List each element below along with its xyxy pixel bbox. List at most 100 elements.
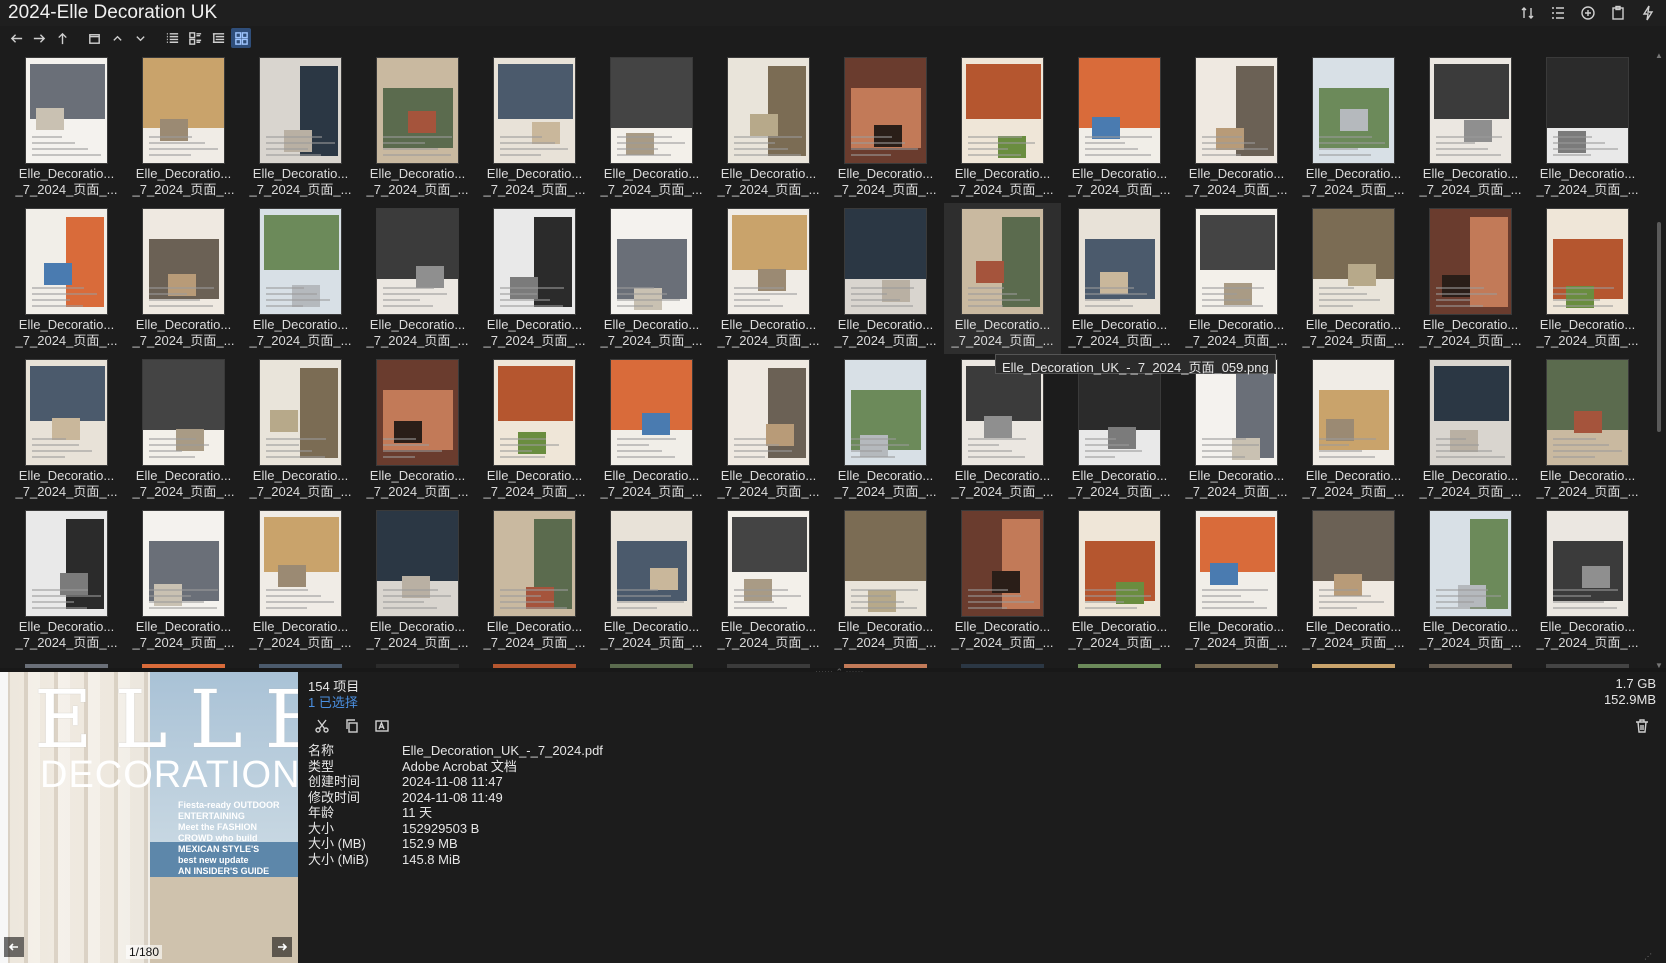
- thumbnail-item[interactable]: Elle_Decoratio... _7_2024_页面_...: [1295, 203, 1412, 354]
- scrollbar[interactable]: ▲ ▼: [1654, 52, 1664, 670]
- thumbnail-label: Elle_Decoratio...: [252, 166, 349, 181]
- thumbnail-item[interactable]: Elle_Decoratio... _7_2024_页面_...: [242, 52, 359, 203]
- thumbnail-item[interactable]: Elle_Decoratio... _7_2024_页面_...: [827, 52, 944, 203]
- thumbnail-item[interactable]: Elle_Decoratio... _7_2024_页面_...: [476, 505, 593, 656]
- page-thumbnail-image: [1546, 57, 1629, 164]
- thumbnail-item[interactable]: Elle_Decoratio... _7_2024_页面_...: [1529, 505, 1646, 656]
- cover-headline: CROWD who build: [178, 833, 258, 843]
- thumbnail-item[interactable]: Elle_Decoratio... _7_2024_页面_...: [125, 203, 242, 354]
- thumbnail-item[interactable]: Elle_Decoratio... _7_2024_页面_...: [944, 203, 1061, 354]
- property-key: 类型: [308, 758, 335, 774]
- property-value: Adobe Acrobat 文档: [402, 758, 517, 774]
- thumbnail-item[interactable]: Elle_Decoratio... _7_2024_页面_...: [125, 505, 242, 656]
- thumbnail-item[interactable]: Elle_Decoratio... _7_2024_页面_...: [593, 203, 710, 354]
- details-view-icon[interactable]: [162, 28, 182, 48]
- flash-icon[interactable]: [1638, 3, 1658, 23]
- selected-count[interactable]: 1 已选择: [308, 692, 358, 711]
- thumbnail-label: Elle_Decoratio...: [369, 468, 466, 483]
- thumbnail-item[interactable]: Elle_Decoratio... _7_2024_页面_...: [1061, 203, 1178, 354]
- thumbnail-item[interactable]: Elle_Decoratio... _7_2024_页面_...: [1178, 354, 1295, 505]
- thumbnail-item[interactable]: Elle_Decoratio... _7_2024_页面_...: [476, 203, 593, 354]
- thumbnail-item[interactable]: Elle_Decoratio... _7_2024_页面_...: [827, 203, 944, 354]
- thumbnail-item[interactable]: Elle_Decoratio... _7_2024_页面_...: [1412, 505, 1529, 656]
- thumbnail-item[interactable]: Elle_Decoratio... _7_2024_页面_...: [359, 203, 476, 354]
- thumbnail-item[interactable]: Elle_Decoratio... _7_2024_页面_...: [1061, 354, 1178, 505]
- add-icon[interactable]: [1578, 3, 1598, 23]
- thumbnail-item[interactable]: Elle_Decoratio... _7_2024_页面_...: [1412, 203, 1529, 354]
- sort-icon[interactable]: [1518, 3, 1538, 23]
- thumbnail-label-line2: _7_2024_页面_...: [483, 635, 586, 650]
- scroll-up-icon[interactable]: ▲: [1655, 52, 1663, 60]
- thumbnail-label: Elle_Decoratio...: [603, 619, 700, 634]
- thumbnail-label: Elle_Decoratio...: [18, 468, 115, 483]
- page-thumbnail-image: [961, 208, 1044, 315]
- cut-icon[interactable]: [312, 716, 332, 736]
- thumbnail-item[interactable]: Elle_Decoratio... _7_2024_页面_...: [710, 203, 827, 354]
- thumbnail-item[interactable]: Elle_Decoratio... _7_2024_页面_...: [710, 354, 827, 505]
- thumbnail-item[interactable]: Elle_Decoratio... _7_2024_页面_...: [125, 354, 242, 505]
- clipboard-icon[interactable]: [1608, 3, 1628, 23]
- thumbnail-item[interactable]: Elle_Decoratio... _7_2024_页面_...: [359, 354, 476, 505]
- thumbnail-item[interactable]: Elle_Decoratio... _7_2024_页面_...: [1178, 52, 1295, 203]
- thumbnail-item[interactable]: Elle_Decoratio... _7_2024_页面_...: [1412, 354, 1529, 505]
- thumbnail-item[interactable]: Elle_Decoratio... _7_2024_页面_...: [1412, 52, 1529, 203]
- property-value: 11 天: [402, 805, 433, 820]
- thumbnail-view-icon[interactable]: [231, 28, 251, 48]
- preview-next-button[interactable]: [272, 937, 292, 957]
- arrow-left-icon[interactable]: [6, 28, 26, 48]
- list-settings-icon[interactable]: [1548, 3, 1568, 23]
- chevron-down-icon[interactable]: [130, 28, 150, 48]
- thumbnail-item[interactable]: Elle_Decoratio... _7_2024_页面_...: [1529, 354, 1646, 505]
- thumbnail-item[interactable]: Elle_Decoratio... _7_2024_页面_...: [593, 505, 710, 656]
- thumbnail-item[interactable]: Elle_Decoratio... _7_2024_页面_...: [710, 52, 827, 203]
- delete-icon[interactable]: [1632, 716, 1652, 736]
- thumbnail-label: Elle_Decoratio...: [1071, 317, 1168, 332]
- chevron-up-icon[interactable]: [107, 28, 127, 48]
- thumbnail-item[interactable]: Elle_Decoratio... _7_2024_页面_...: [242, 505, 359, 656]
- thumbnail-item[interactable]: Elle_Decoratio... _7_2024_页面_...: [1295, 52, 1412, 203]
- thumbnail-label-line2: _7_2024_页面_...: [1068, 484, 1171, 499]
- thumbnail-item[interactable]: Elle_Decoratio... _7_2024_页面_...: [1061, 52, 1178, 203]
- thumbnail-item[interactable]: Elle_Decoratio... _7_2024_页面_...: [8, 505, 125, 656]
- thumbnail-item[interactable]: Elle_Decoratio... _7_2024_页面_...: [710, 505, 827, 656]
- thumbnail-item[interactable]: Elle_Decoratio... _7_2024_页面_...: [593, 52, 710, 203]
- thumbnail-item[interactable]: Elle_Decoratio... _7_2024_页面_...: [125, 52, 242, 203]
- thumbnail-item[interactable]: Elle_Decoratio... _7_2024_页面_...: [1295, 354, 1412, 505]
- cover-subtitle: DECORATION: [40, 754, 298, 796]
- preview-prev-button[interactable]: [4, 937, 24, 957]
- thumbnail-item[interactable]: Elle_Decoratio... _7_2024_页面_...: [8, 52, 125, 203]
- copy-icon[interactable]: [342, 716, 362, 736]
- thumbnail-label: Elle_Decoratio...: [837, 166, 934, 181]
- thumbnail-label: Elle_Decoratio...: [837, 468, 934, 483]
- thumbnail-item[interactable]: Elle_Decoratio... _7_2024_页面_...: [827, 505, 944, 656]
- thumbnail-item[interactable]: Elle_Decoratio... _7_2024_页面_...: [827, 354, 944, 505]
- arrow-up-icon[interactable]: [52, 28, 72, 48]
- thumbnail-item[interactable]: Elle_Decoratio... _7_2024_页面_...: [1529, 52, 1646, 203]
- thumbnail-item[interactable]: Elle_Decoratio... _7_2024_页面_...: [944, 505, 1061, 656]
- thumbnail-item[interactable]: Elle_Decoratio... _7_2024_页面_...: [944, 52, 1061, 203]
- thumbnail-label: Elle_Decoratio...: [369, 166, 466, 181]
- thumbnail-item[interactable]: Elle_Decoratio... _7_2024_页面_...: [242, 354, 359, 505]
- property-value: 152.9 MB: [402, 836, 458, 851]
- window-icon[interactable]: [84, 28, 104, 48]
- thumbnail-item[interactable]: Elle_Decoratio... _7_2024_页面_...: [1061, 505, 1178, 656]
- thumbnail-item[interactable]: Elle_Decoratio... _7_2024_页面_...: [1295, 505, 1412, 656]
- resize-grip-icon[interactable]: ⋰: [1644, 952, 1652, 961]
- tiles-view-icon[interactable]: [185, 28, 205, 48]
- thumbnail-item[interactable]: Elle_Decoratio... _7_2024_页面_...: [359, 52, 476, 203]
- rename-icon[interactable]: [372, 716, 392, 736]
- thumbnail-item[interactable]: Elle_Decoratio... _7_2024_页面_...: [593, 354, 710, 505]
- thumbnail-item[interactable]: Elle_Decoratio... _7_2024_页面_...: [1178, 203, 1295, 354]
- thumbnail-item[interactable]: Elle_Decoratio... _7_2024_页面_...: [359, 505, 476, 656]
- thumbnail-item[interactable]: Elle_Decoratio... _7_2024_页面_...: [8, 203, 125, 354]
- thumbnail-item[interactable]: Elle_Decoratio... _7_2024_页面_...: [476, 354, 593, 505]
- thumbnail-item[interactable]: Elle_Decoratio... _7_2024_页面_...: [242, 203, 359, 354]
- thumbnail-item[interactable]: Elle_Decoratio... _7_2024_页面_...: [476, 52, 593, 203]
- thumbnail-item[interactable]: Elle_Decoratio... _7_2024_页面_...: [1178, 505, 1295, 656]
- thumbnail-item[interactable]: Elle_Decoratio... _7_2024_页面_...: [1529, 203, 1646, 354]
- arrow-right-icon[interactable]: [29, 28, 49, 48]
- tree-view-icon[interactable]: [208, 28, 228, 48]
- scroll-thumb[interactable]: [1657, 222, 1661, 432]
- thumbnail-item[interactable]: Elle_Decoratio... _7_2024_页面_...: [8, 354, 125, 505]
- thumbnail-item[interactable]: Elle_Decoratio... _7_2024_页面_...: [944, 354, 1061, 505]
